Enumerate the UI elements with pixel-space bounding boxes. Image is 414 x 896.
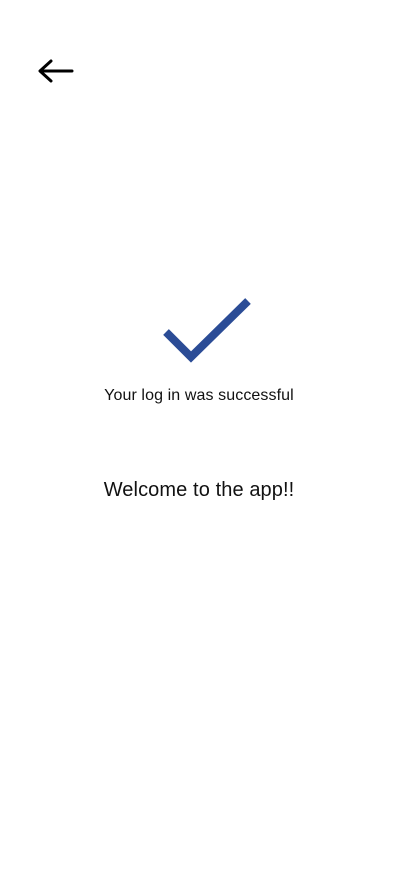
welcome-message: Welcome to the app!! bbox=[103, 479, 295, 501]
success-message: Your log in was successful bbox=[104, 387, 294, 404]
arrow-left-icon bbox=[38, 59, 74, 83]
checkmark-icon bbox=[163, 298, 251, 363]
back-button[interactable] bbox=[32, 52, 78, 90]
